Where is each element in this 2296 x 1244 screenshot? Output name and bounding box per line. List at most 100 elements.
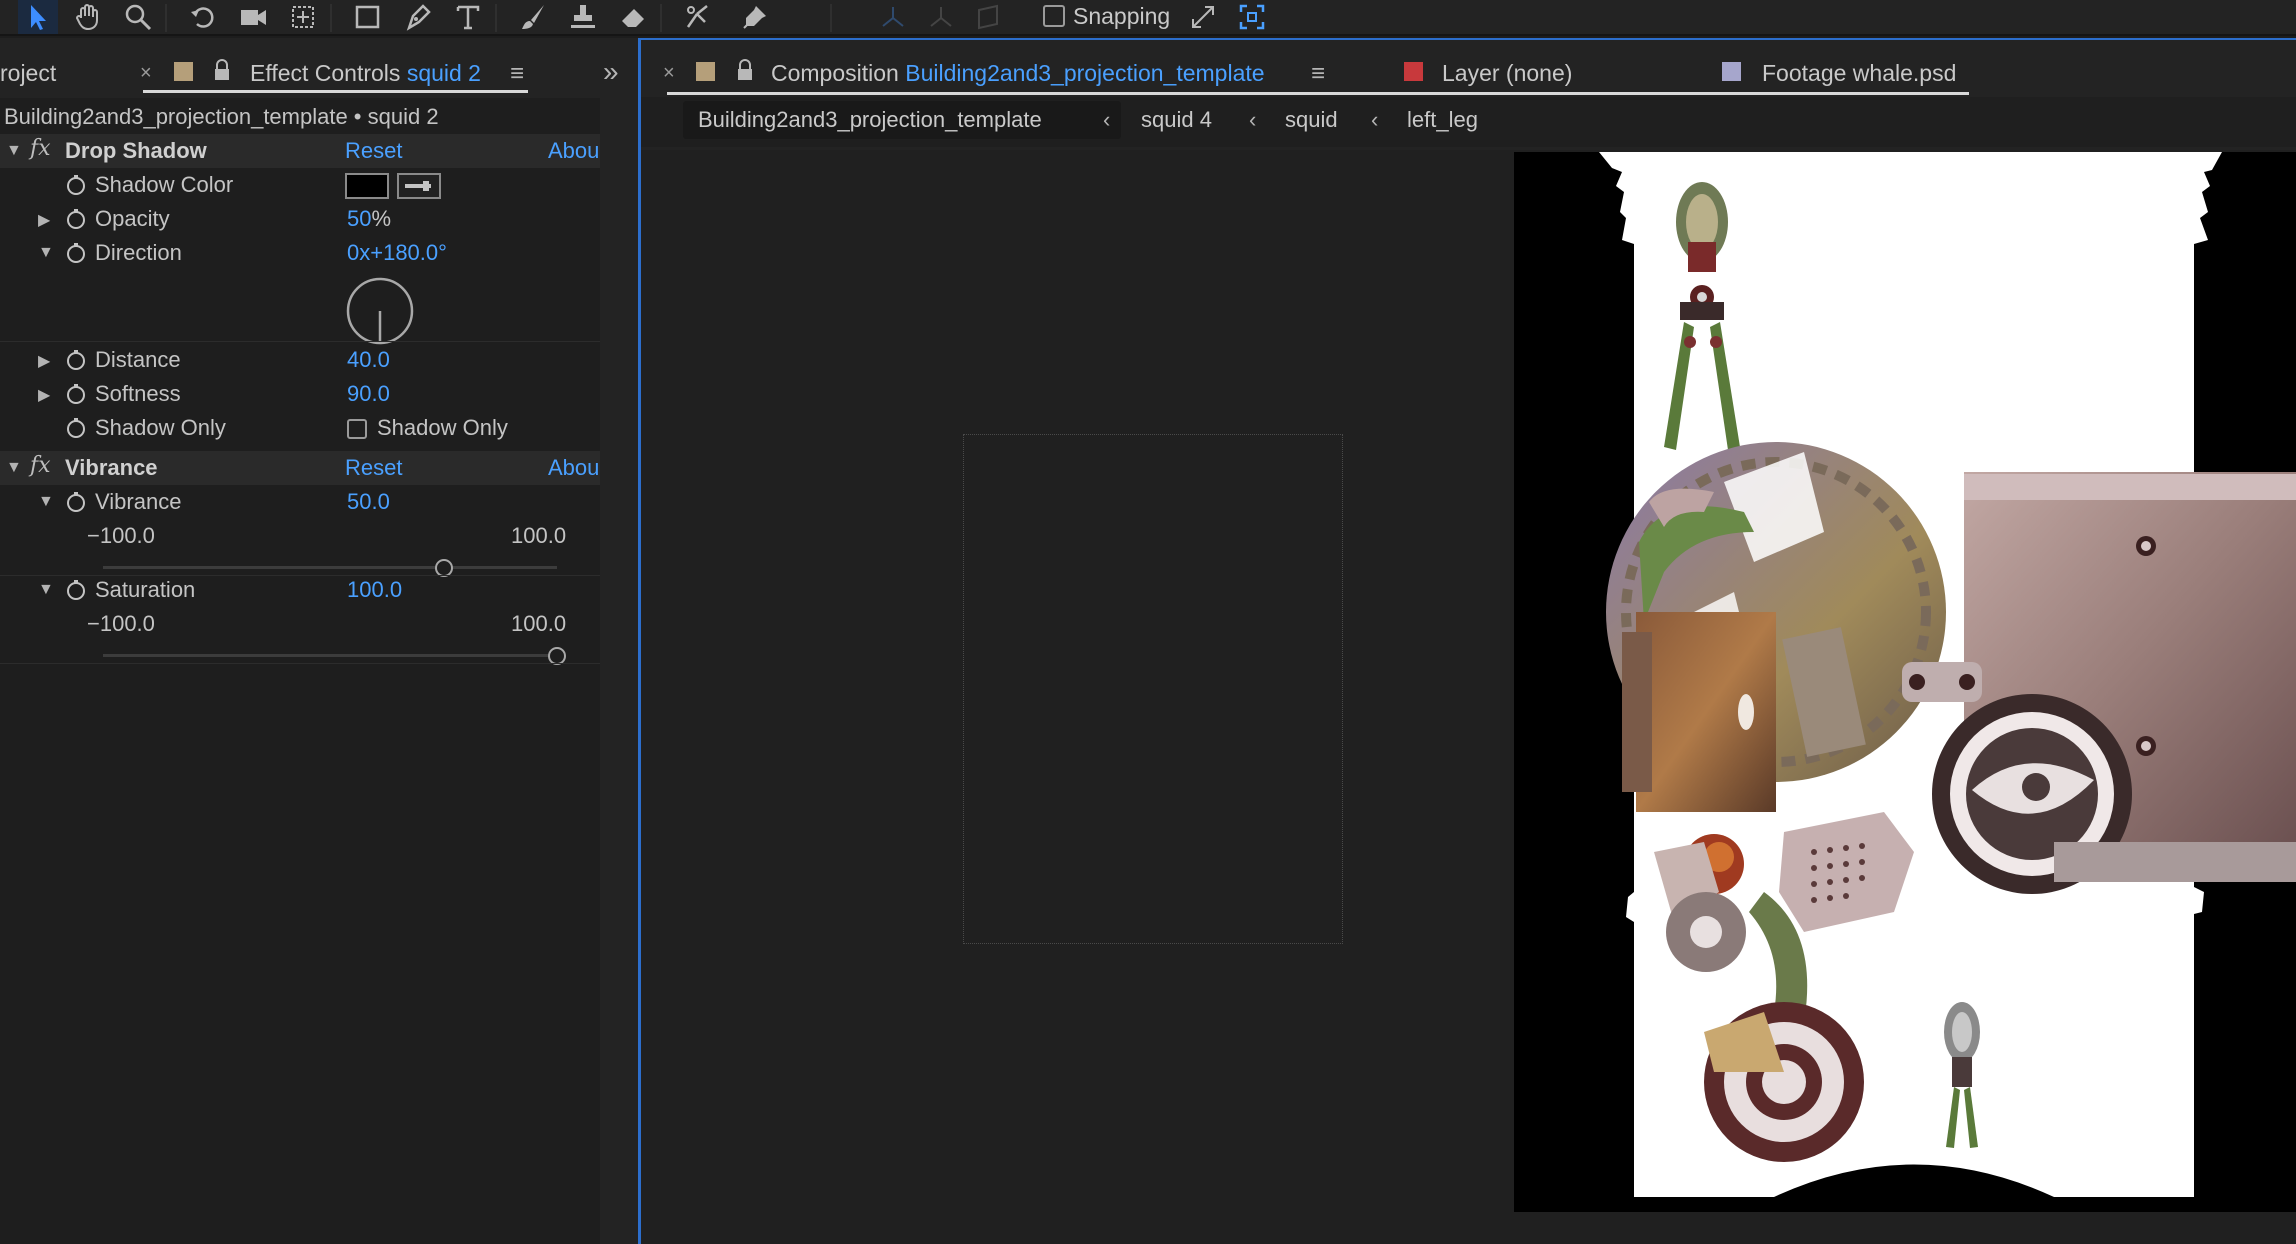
view-axis-mode-icon[interactable] bbox=[968, 0, 1008, 34]
direction-value[interactable]: 0x+180.0° bbox=[347, 240, 447, 266]
distance-value[interactable]: 40.0 bbox=[347, 347, 390, 373]
hand-tool-icon[interactable] bbox=[68, 0, 108, 34]
tab-footage[interactable]: Footage whale.psd bbox=[1762, 60, 1956, 87]
stopwatch-icon[interactable] bbox=[65, 208, 87, 230]
eraser-tool-icon[interactable] bbox=[613, 0, 653, 34]
effect-controls-tab-layer: squid 2 bbox=[406, 60, 481, 86]
tools-toolbar: Snapping bbox=[0, 0, 2296, 36]
property-direction: ▼ Direction 0x+180.0° bbox=[0, 236, 600, 345]
layer-label-swatch bbox=[1404, 62, 1423, 81]
breadcrumb-text: Building2and3_projection_template • squi… bbox=[4, 104, 439, 129]
left-panel-scrollbar[interactable] bbox=[600, 98, 638, 1244]
direction-dial[interactable] bbox=[345, 276, 415, 346]
left-panel-tabs: roject × Effect Controls squid 2 ≡ » bbox=[0, 38, 638, 98]
tab-composition[interactable]: Composition Building2and3_projection_tem… bbox=[771, 60, 1265, 87]
effect-name: Vibrance bbox=[65, 455, 158, 480]
opacity-value[interactable]: 50% bbox=[347, 206, 391, 232]
reset-link[interactable]: Reset bbox=[345, 138, 402, 164]
collapse-triangle-icon[interactable]: ▼ bbox=[6, 459, 22, 477]
snap-edges-icon[interactable] bbox=[1183, 0, 1223, 34]
property-saturation: ▼ Saturation 100.0 −100.0 100.0 bbox=[0, 573, 600, 665]
collapse-triangle-icon[interactable]: ▼ bbox=[38, 244, 54, 262]
panel-menu-icon[interactable]: ≡ bbox=[1311, 60, 1325, 88]
close-icon[interactable]: × bbox=[663, 62, 675, 85]
stopwatch-icon[interactable] bbox=[65, 417, 87, 439]
stopwatch-icon[interactable] bbox=[65, 579, 87, 601]
expand-triangle-icon[interactable]: ▶ bbox=[38, 385, 50, 405]
property-label: Shadow Color bbox=[95, 172, 234, 197]
expand-triangle-icon[interactable]: ▶ bbox=[38, 351, 50, 371]
panel-menu-icon[interactable]: ≡ bbox=[510, 60, 524, 88]
selection-tool-icon[interactable] bbox=[18, 0, 58, 34]
tab-layer[interactable]: Layer (none) bbox=[1442, 60, 1572, 87]
close-icon[interactable]: × bbox=[140, 62, 152, 85]
layer-bounds-outline bbox=[963, 434, 1343, 944]
slider-max: 100.0 bbox=[511, 523, 567, 548]
property-distance: ▶ Distance 40.0 bbox=[0, 343, 600, 377]
effect-vibrance-header[interactable]: ▼ fx Vibrance Reset Abou bbox=[0, 451, 600, 485]
eyedropper-icon[interactable] bbox=[397, 173, 441, 199]
effect-controls-breadcrumb: Building2and3_projection_template • squi… bbox=[0, 100, 600, 134]
expand-triangle-icon[interactable]: ▶ bbox=[38, 210, 50, 230]
softness-value[interactable]: 90.0 bbox=[347, 381, 390, 407]
rotate-tool-icon[interactable] bbox=[183, 0, 223, 34]
reset-link[interactable]: Reset bbox=[345, 455, 402, 481]
opacity-unit: % bbox=[371, 206, 392, 231]
zoom-tool-icon[interactable] bbox=[118, 0, 158, 34]
about-link[interactable]: Abou bbox=[548, 138, 599, 164]
opacity-number[interactable]: 50 bbox=[347, 206, 371, 231]
crumb-squid[interactable]: squid bbox=[1285, 107, 1338, 133]
puppet-pin-tool-icon[interactable] bbox=[735, 0, 775, 34]
pen-tool-icon[interactable] bbox=[398, 0, 438, 34]
property-label: Distance bbox=[95, 347, 181, 372]
clone-stamp-tool-icon[interactable] bbox=[563, 0, 603, 34]
stopwatch-icon[interactable] bbox=[65, 383, 87, 405]
lock-icon[interactable] bbox=[212, 58, 232, 82]
tab-effect-controls[interactable]: Effect Controls squid 2 bbox=[250, 60, 481, 87]
stopwatch-icon[interactable] bbox=[65, 174, 87, 196]
local-axis-mode-icon[interactable] bbox=[873, 0, 913, 34]
world-axis-mode-icon[interactable] bbox=[921, 0, 961, 34]
property-label: Saturation bbox=[95, 577, 196, 602]
crumb-left-leg[interactable]: left_leg bbox=[1407, 107, 1478, 133]
slider-track bbox=[103, 654, 557, 657]
property-label: Vibrance bbox=[95, 489, 182, 514]
snapping-checkbox[interactable] bbox=[1043, 5, 1065, 27]
slider-track bbox=[103, 566, 557, 569]
panel-overflow-icon[interactable]: » bbox=[603, 56, 619, 88]
camera-tool-icon[interactable] bbox=[233, 0, 273, 34]
stopwatch-icon[interactable] bbox=[65, 242, 87, 264]
collapse-triangle-icon[interactable]: ▼ bbox=[38, 581, 54, 599]
saturation-value[interactable]: 100.0 bbox=[347, 577, 402, 603]
chevron-left-icon: ‹ bbox=[1249, 107, 1257, 132]
property-opacity: ▶ Opacity 50% bbox=[0, 202, 600, 236]
footage-label-swatch bbox=[1722, 62, 1741, 81]
vibrance-value[interactable]: 50.0 bbox=[347, 489, 390, 515]
brush-tool-icon[interactable] bbox=[513, 0, 553, 34]
crumb-squid-4[interactable]: squid 4 bbox=[1141, 107, 1212, 133]
slider-min: −100.0 bbox=[87, 523, 155, 548]
about-link[interactable]: Abou bbox=[548, 455, 599, 481]
chevron-left-icon: ‹ bbox=[1371, 107, 1379, 132]
shadow-color-swatch[interactable] bbox=[345, 173, 389, 199]
roto-brush-tool-icon[interactable] bbox=[678, 0, 718, 34]
rectangle-tool-icon[interactable] bbox=[348, 0, 388, 34]
fx-toggle-icon[interactable]: fx bbox=[30, 136, 51, 161]
pan-behind-tool-icon[interactable] bbox=[283, 0, 323, 34]
composition-viewer[interactable] bbox=[641, 150, 2296, 1244]
active-tab-underline bbox=[667, 92, 1969, 95]
effect-controls-body: Building2and3_projection_template • squi… bbox=[0, 98, 600, 1244]
crumb-building2and3[interactable]: Building2and3_projection_template bbox=[698, 107, 1042, 133]
stopwatch-icon[interactable] bbox=[65, 491, 87, 513]
stopwatch-icon[interactable] bbox=[65, 349, 87, 371]
shadow-only-checkbox[interactable] bbox=[347, 419, 367, 439]
type-tool-icon[interactable] bbox=[448, 0, 488, 34]
effect-drop-shadow-header[interactable]: ▼ fx Drop Shadow Reset Abou bbox=[0, 134, 600, 168]
snap-features-icon[interactable] bbox=[1232, 0, 1272, 34]
fx-toggle-icon[interactable]: fx bbox=[30, 453, 51, 478]
lock-icon[interactable] bbox=[735, 58, 755, 82]
collapse-triangle-icon[interactable]: ▼ bbox=[38, 493, 54, 511]
collapse-triangle-icon[interactable]: ▼ bbox=[6, 142, 22, 160]
tab-project[interactable]: roject bbox=[0, 60, 56, 87]
property-shadow-color: Shadow Color bbox=[0, 168, 600, 202]
